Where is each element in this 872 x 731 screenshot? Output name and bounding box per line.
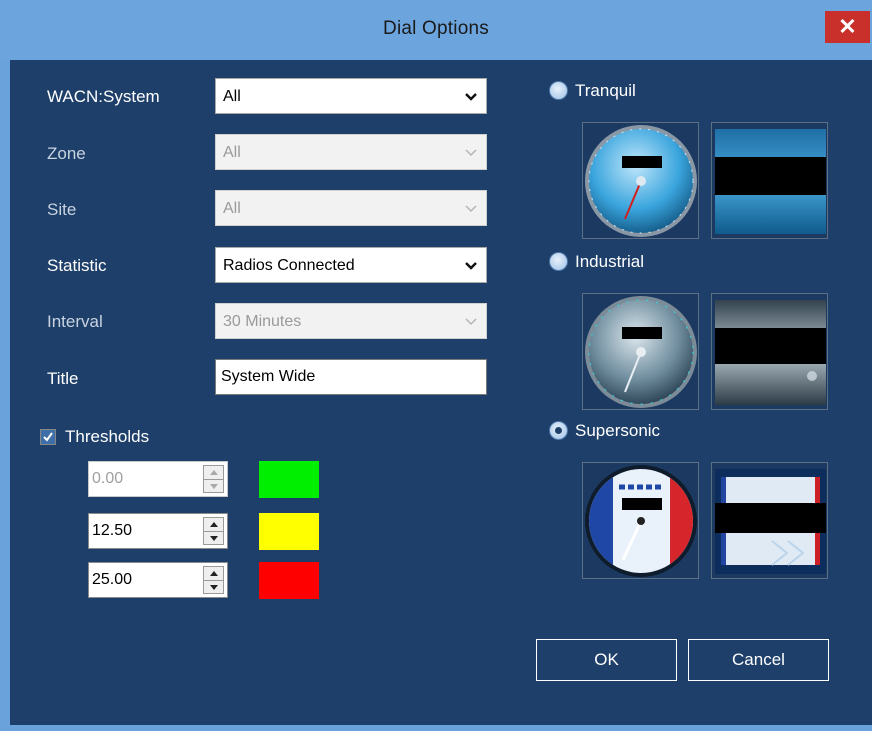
dial-preview-industrial[interactable]	[582, 293, 699, 410]
close-icon: ✕	[838, 14, 857, 39]
checkmark-icon	[41, 430, 55, 444]
site-dropdown[interactable]: All	[215, 190, 487, 226]
threshold-color-swatch[interactable]	[259, 562, 319, 599]
dropdown-arrow-icon	[465, 262, 477, 270]
thresholds-label: Thresholds	[65, 427, 150, 446]
zone-dropdown[interactable]: All	[215, 134, 487, 170]
wacn-value: All	[223, 88, 241, 105]
spin-down-icon[interactable]	[209, 535, 219, 542]
style-radio-tranquil[interactable]	[549, 81, 568, 100]
interval-value: 30 Minutes	[223, 313, 302, 330]
title-label: Title	[47, 369, 79, 388]
threshold-spinbox[interactable]: 0.00	[88, 461, 228, 497]
bar-preview-tranquil[interactable]	[711, 122, 828, 239]
close-button[interactable]: ✕	[825, 11, 870, 43]
style-radio-industrial[interactable]	[549, 252, 568, 271]
statistic-value: Radios Connected	[223, 257, 355, 274]
title-bar: Dial Options ✕	[0, 0, 872, 60]
spin-up-icon[interactable]	[209, 521, 219, 528]
spin-buttons[interactable]	[203, 465, 224, 493]
dropdown-arrow-icon	[465, 93, 477, 101]
threshold-spinbox[interactable]: 12.50	[88, 513, 228, 549]
dropdown-arrow-icon	[465, 149, 477, 157]
dial-preview-tranquil[interactable]	[582, 122, 699, 239]
title-input[interactable]: System Wide	[215, 359, 487, 395]
threshold-color-swatch[interactable]	[259, 513, 319, 550]
threshold-value: 25.00	[92, 571, 133, 588]
dropdown-arrow-icon	[465, 318, 477, 326]
threshold-value: 12.50	[92, 522, 133, 539]
style-label: Supersonic	[575, 421, 661, 440]
dial-preview-supersonic[interactable]	[582, 462, 699, 579]
statistic-label: Statistic	[47, 256, 107, 275]
zone-label: Zone	[47, 144, 86, 163]
dropdown-arrow-icon	[465, 205, 477, 213]
wacn-label: WACN:System	[47, 87, 160, 106]
interval-label: Interval	[47, 312, 103, 331]
style-radio-supersonic[interactable]	[549, 421, 568, 440]
threshold-spinbox[interactable]: 25.00	[88, 562, 228, 598]
radio-selected-dot	[555, 427, 562, 434]
site-label: Site	[47, 200, 77, 219]
spin-buttons[interactable]	[203, 517, 224, 545]
spin-up-icon[interactable]	[209, 469, 219, 476]
style-label: Tranquil	[575, 81, 636, 100]
dialog-window: Dial Options ✕ WACN:System All Zone All …	[0, 0, 872, 731]
spin-buttons[interactable]	[203, 566, 224, 594]
title-input-value: System Wide	[221, 368, 316, 385]
spin-up-icon[interactable]	[209, 570, 219, 577]
zone-value: All	[223, 144, 241, 161]
interval-dropdown[interactable]: 30 Minutes	[215, 303, 487, 339]
dialog-title: Dial Options	[383, 18, 489, 39]
statistic-dropdown[interactable]: Radios Connected	[215, 247, 487, 283]
site-value: All	[223, 200, 241, 217]
cancel-button[interactable]: Cancel	[688, 639, 829, 681]
bar-preview-supersonic[interactable]	[711, 462, 828, 579]
spin-down-icon[interactable]	[209, 483, 219, 490]
ok-button[interactable]: OK	[536, 639, 677, 681]
threshold-value: 0.00	[92, 470, 124, 487]
bar-preview-industrial[interactable]	[711, 293, 828, 410]
spin-down-icon[interactable]	[209, 584, 219, 591]
wacn-dropdown[interactable]: All	[215, 78, 487, 114]
style-label: Industrial	[575, 252, 644, 271]
thresholds-checkbox[interactable]	[40, 429, 56, 445]
threshold-color-swatch[interactable]	[259, 461, 319, 498]
window-frame-bottom	[0, 725, 872, 731]
